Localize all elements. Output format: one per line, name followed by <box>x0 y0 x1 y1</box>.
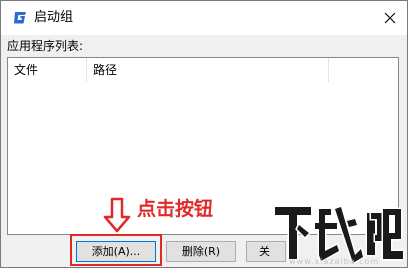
watermark-url: www.xiazaiba.com <box>289 257 380 266</box>
window-title: 启动组 <box>34 10 74 25</box>
column-header-file[interactable]: 文件 <box>8 58 87 82</box>
app-logo-icon <box>14 12 26 24</box>
arrow-down-icon <box>103 197 131 233</box>
delete-button[interactable]: 删除(R) <box>166 241 236 262</box>
close-icon <box>384 12 396 24</box>
list-header: 文件 路径 <box>8 58 398 82</box>
column-header-empty <box>329 58 398 82</box>
highlight-box <box>70 234 162 266</box>
annotation-text: 点击按钮 <box>137 198 214 220</box>
column-header-path[interactable]: 路径 <box>87 58 329 82</box>
app-list-caption: 应用程序列表: <box>7 39 84 53</box>
close-button[interactable] <box>373 1 407 35</box>
startup-group-dialog: 启动组 应用程序列表: 文件 路径 添加(A)... 删除(R) 关 点击按钮 <box>0 0 408 268</box>
title-bar: 启动组 <box>1 1 407 35</box>
